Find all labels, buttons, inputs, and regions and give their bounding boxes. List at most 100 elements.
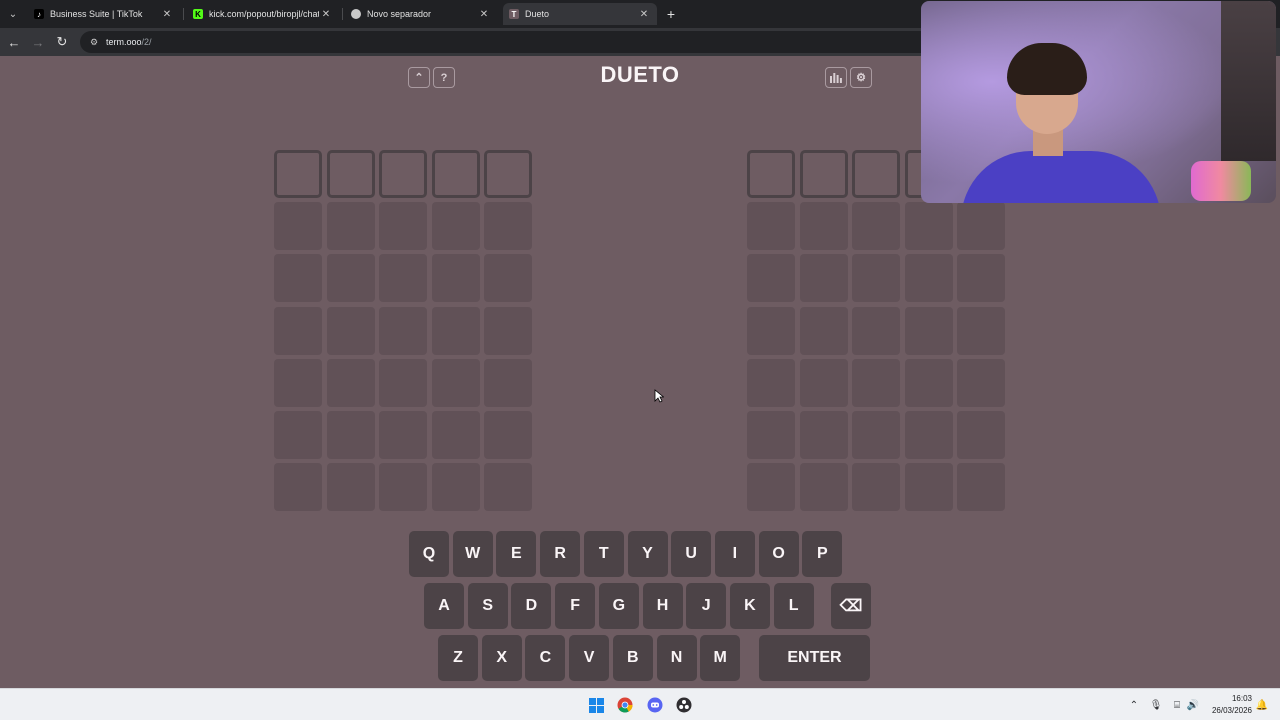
letter-cell[interactable] (379, 150, 427, 198)
key-r[interactable]: R (540, 531, 581, 577)
close-icon[interactable]: ✕ (319, 7, 333, 21)
letter-cell[interactable] (904, 358, 953, 407)
key-u[interactable]: U (671, 531, 712, 577)
letter-cell[interactable] (904, 306, 953, 355)
forward-arrow-icon[interactable]: → (30, 34, 46, 50)
letter-cell[interactable] (431, 306, 480, 355)
tab-kick-chat[interactable]: K kick.com/popout/biropjl/chat ✕ (187, 3, 339, 25)
network-icon[interactable]: ⌸ (1170, 698, 1184, 712)
key-m[interactable]: M (700, 635, 741, 681)
letter-cell[interactable] (326, 463, 375, 512)
letter-cell[interactable] (431, 463, 480, 512)
key-k[interactable]: K (729, 583, 770, 629)
letter-cell[interactable] (957, 463, 1005, 512)
letter-cell[interactable] (484, 411, 532, 459)
letter-cell[interactable] (957, 358, 1005, 407)
letter-cell[interactable] (747, 254, 795, 303)
key-e[interactable]: E (496, 531, 537, 577)
key-z[interactable]: Z (438, 635, 478, 681)
letter-cell[interactable] (326, 150, 375, 198)
letter-cell[interactable] (852, 202, 900, 251)
letter-cell[interactable] (274, 254, 322, 303)
discord-icon[interactable] (646, 696, 664, 714)
letter-cell[interactable] (799, 358, 848, 407)
close-icon[interactable]: ✕ (477, 7, 491, 21)
key-g[interactable]: G (598, 583, 639, 629)
backspace-key[interactable]: ⌫ (831, 583, 871, 629)
key-a[interactable]: A (424, 583, 464, 629)
key-o[interactable]: O (758, 531, 799, 577)
key-y[interactable]: Y (627, 531, 668, 577)
letter-cell[interactable] (904, 463, 953, 512)
site-info-icon[interactable]: ⚙ (88, 36, 100, 48)
letter-cell[interactable] (379, 463, 427, 512)
windows-start-icon[interactable] (587, 696, 605, 714)
key-x[interactable]: X (481, 635, 522, 681)
new-tab-button[interactable]: + (663, 6, 679, 22)
letter-cell[interactable] (904, 202, 953, 251)
letter-cell[interactable] (852, 463, 900, 512)
letter-cell[interactable] (852, 150, 900, 198)
notification-bell-icon[interactable]: 🔔 (1255, 698, 1269, 712)
chrome-icon[interactable] (616, 696, 634, 714)
key-f[interactable]: F (555, 583, 596, 629)
letter-cell[interactable] (852, 254, 900, 303)
letter-cell[interactable] (379, 411, 427, 459)
letter-cell[interactable] (326, 202, 375, 251)
key-t[interactable]: T (583, 531, 624, 577)
letter-cell[interactable] (747, 463, 795, 512)
tab-dueto[interactable]: T Dueto ✕ (503, 3, 657, 25)
letter-cell[interactable] (274, 306, 322, 355)
letter-cell[interactable] (431, 202, 480, 251)
key-n[interactable]: N (656, 635, 697, 681)
key-i[interactable]: I (714, 531, 755, 577)
letter-cell[interactable] (431, 150, 480, 198)
enter-key[interactable]: ENTER (759, 635, 870, 681)
letter-cell[interactable] (484, 150, 532, 198)
letter-cell[interactable] (484, 254, 532, 303)
key-j[interactable]: J (686, 583, 727, 629)
letter-cell[interactable] (799, 202, 848, 251)
letter-cell[interactable] (957, 411, 1005, 459)
letter-cell[interactable] (957, 254, 1005, 303)
key-c[interactable]: C (525, 635, 566, 681)
tab-search-chevron-icon[interactable]: ⌄ (5, 6, 21, 22)
letter-cell[interactable] (904, 411, 953, 459)
letter-cell[interactable] (747, 202, 795, 251)
close-icon[interactable]: ✕ (637, 7, 651, 21)
stats-icon[interactable] (825, 67, 847, 88)
volume-icon[interactable]: 🔊 (1186, 698, 1200, 712)
letter-cell[interactable] (379, 358, 427, 407)
close-icon[interactable]: ✕ (160, 7, 174, 21)
letter-cell[interactable] (431, 254, 480, 303)
letter-cell[interactable] (379, 202, 427, 251)
letter-cell[interactable] (799, 306, 848, 355)
reload-icon[interactable]: ↻ (54, 34, 70, 50)
letter-cell[interactable] (747, 411, 795, 459)
collapse-chevron-icon[interactable]: ⌃ (408, 67, 430, 88)
key-h[interactable]: H (642, 583, 683, 629)
letter-cell[interactable] (852, 358, 900, 407)
key-p[interactable]: P (802, 531, 843, 577)
letter-cell[interactable] (326, 254, 375, 303)
letter-cell[interactable] (799, 463, 848, 512)
letter-cell[interactable] (484, 463, 532, 512)
letter-cell[interactable] (747, 358, 795, 407)
address-bar[interactable]: ⚙ term.ooo /2/ (80, 31, 940, 53)
key-v[interactable]: V (569, 635, 610, 681)
back-arrow-icon[interactable]: ← (6, 34, 22, 50)
key-d[interactable]: D (511, 583, 552, 629)
tab-tiktok[interactable]: ♪ Business Suite | TikTok ✕ (28, 3, 180, 25)
letter-cell[interactable] (326, 411, 375, 459)
help-button[interactable]: ? (433, 67, 455, 88)
letter-cell[interactable] (274, 150, 322, 198)
letter-cell[interactable] (852, 411, 900, 459)
letter-cell[interactable] (274, 411, 322, 459)
key-l[interactable]: L (773, 583, 814, 629)
tray-chevron-up-icon[interactable]: ⌃ (1127, 698, 1141, 712)
letter-cell[interactable] (799, 254, 848, 303)
letter-cell[interactable] (274, 358, 322, 407)
letter-cell[interactable] (326, 306, 375, 355)
key-q[interactable]: Q (409, 531, 449, 577)
letter-cell[interactable] (379, 306, 427, 355)
